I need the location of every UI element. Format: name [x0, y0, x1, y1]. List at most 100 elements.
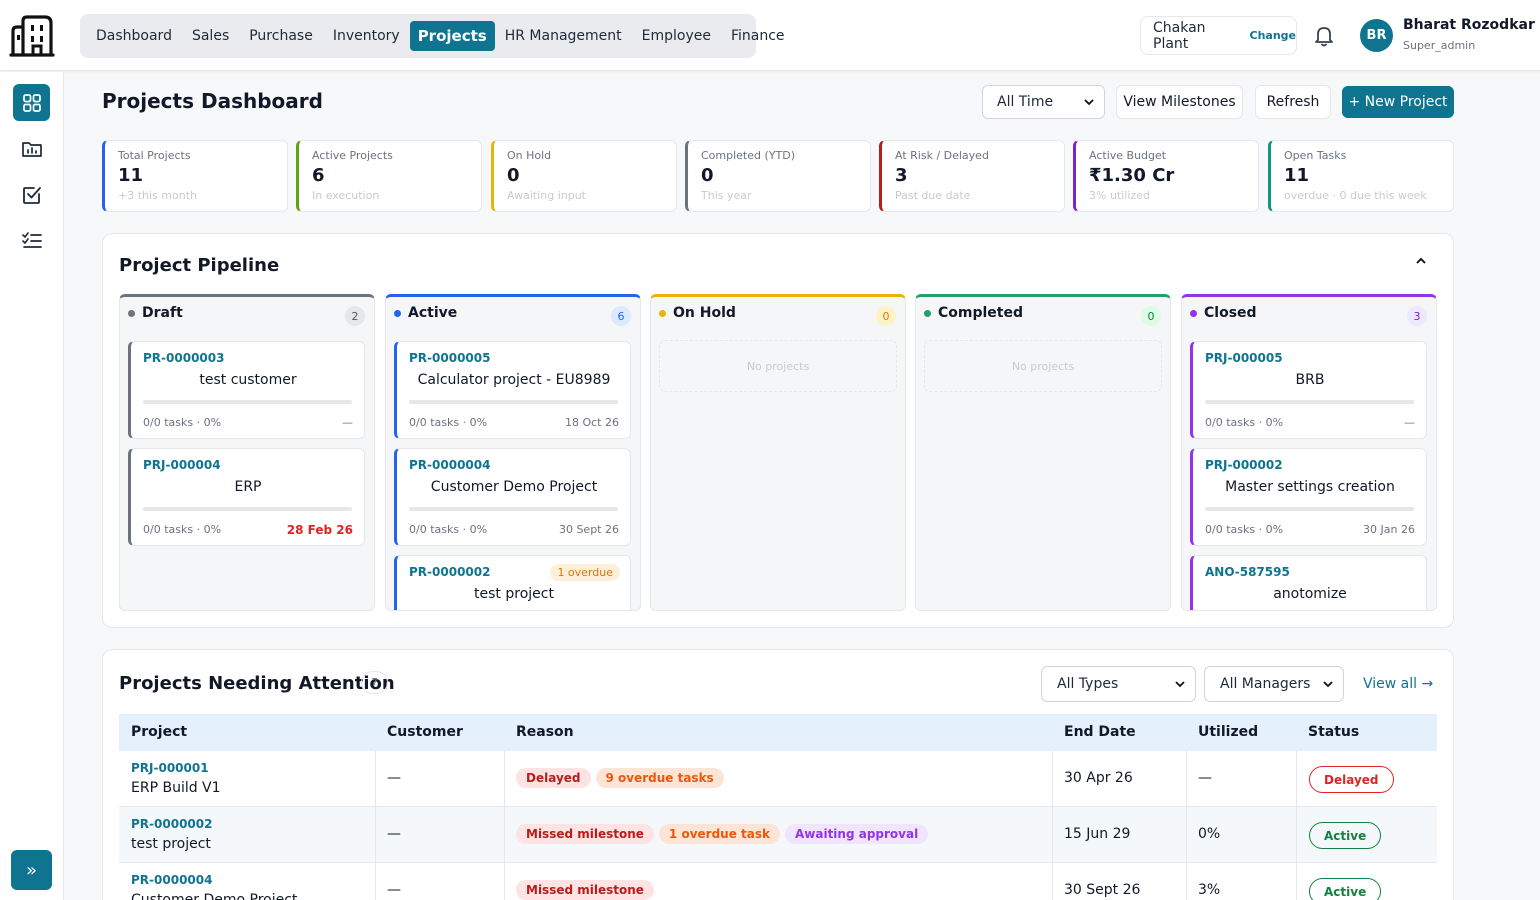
stat-subtext: In execution — [312, 189, 380, 202]
project-card[interactable]: PR-0000002 1 overdue test project — [394, 555, 631, 610]
reason-chip: Missed milestone — [516, 824, 654, 844]
stat-card[interactable]: On Hold 0 Awaiting input — [491, 140, 677, 212]
empty-state: No projects — [924, 340, 1162, 392]
column-divider — [375, 807, 376, 863]
stat-card[interactable]: Active Budget ₹1.30 Cr 3% utilized — [1073, 140, 1259, 212]
project-code-link[interactable]: ANO-587595 — [1205, 565, 1290, 579]
project-card[interactable]: PR-0000003 test customer 0/0 tasks · 0% — — [128, 341, 365, 439]
nav-item-inventory[interactable]: Inventory — [323, 22, 410, 50]
project-code-link[interactable]: PRJ-000002 — [1205, 458, 1283, 472]
user-role: Super_admin — [1403, 39, 1476, 52]
chevron-up-icon[interactable] — [1414, 254, 1428, 268]
project-name: Calculator project - EU8989 — [417, 372, 611, 388]
table-header: Project Customer Reason End Date Utilized Sta… — [119, 714, 1437, 751]
project-code-link[interactable]: PRJ-000004 — [143, 458, 221, 472]
status-badge: Delayed — [1309, 766, 1394, 793]
empty-state: No projects — [659, 340, 897, 392]
types-filter-select[interactable]: All Types — [1041, 666, 1196, 702]
task-progress-text: 0/0 tasks · 0% — [143, 416, 222, 429]
project-name: Customer Demo Project — [430, 479, 598, 495]
column-name: Draft — [142, 305, 183, 321]
stat-card[interactable]: Open Tasks 11 overdue · 0 due this week — [1268, 140, 1454, 212]
column-divider — [1052, 807, 1053, 863]
project-code-link[interactable]: PR-0000002 — [131, 817, 212, 831]
project-card[interactable]: PR-0000005 Calculator project - EU8989 0/0… — [394, 341, 631, 439]
refresh-button[interactable]: Refresh — [1255, 85, 1331, 119]
column-header-end-date[interactable]: End Date — [1064, 724, 1136, 740]
change-plant-link[interactable]: Change — [1250, 29, 1297, 42]
period-select[interactable]: All Time — [982, 85, 1105, 119]
stat-subtext: Awaiting input — [507, 189, 586, 202]
view-all-link[interactable]: View all → — [1363, 676, 1433, 692]
project-code-link[interactable]: PRJ-000005 — [1205, 351, 1283, 365]
nav-item-purchase[interactable]: Purchase — [239, 22, 323, 50]
progress-bar — [409, 400, 618, 404]
column-header-customer[interactable]: Customer — [387, 724, 463, 740]
project-code-link[interactable]: PR-0000004 — [131, 873, 212, 887]
utilized-cell: 3% — [1198, 882, 1221, 898]
project-code-link[interactable]: PRJ-000001 — [131, 761, 209, 775]
progress-bar — [143, 400, 352, 404]
project-code-link[interactable]: PR-0000005 — [409, 351, 490, 365]
stat-value: 11 — [1284, 165, 1310, 186]
view-milestones-button[interactable]: View Milestones — [1116, 85, 1243, 119]
project-end-date: — — [342, 416, 353, 429]
stat-card[interactable]: Completed (YTD) 0 This year — [685, 140, 871, 212]
table-row[interactable]: PR-0000004 Customer Demo Project — Missed m… — [119, 863, 1437, 900]
project-card[interactable]: PRJ-000005 BRB 0/0 tasks · 0% — — [1190, 341, 1427, 439]
column-header-utilized[interactable]: Utilized — [1198, 724, 1258, 740]
nav-item-hr-management[interactable]: HR Management — [495, 22, 632, 50]
sidebar-projects-button[interactable] — [13, 130, 50, 167]
column-count-badge: 6 — [611, 306, 631, 326]
nav-item-projects[interactable]: Projects — [409, 21, 495, 51]
sidebar-dashboard-button[interactable] — [13, 84, 50, 121]
column-header: Closed — [1190, 305, 1257, 321]
user-avatar[interactable]: BR — [1360, 19, 1393, 52]
column-header-status[interactable]: Status — [1308, 724, 1359, 740]
task-check-icon — [22, 186, 41, 204]
project-card[interactable]: PR-0000004 Customer Demo Project 0/0 tasks… — [394, 448, 631, 546]
column-divider — [1296, 863, 1297, 900]
column-divider — [504, 863, 505, 900]
stat-subtext: Past due date — [895, 189, 971, 202]
project-name: ERP — [234, 479, 262, 495]
company-building-logo-icon[interactable] — [9, 15, 55, 57]
reason-chip: Missed milestone — [516, 880, 654, 900]
table-row[interactable]: PRJ-000001 ERP Build V1— Delayed 9 overdue … — [119, 751, 1437, 807]
stat-subtext: 3% utilized — [1089, 189, 1150, 202]
nav-item-employee[interactable]: Employee — [632, 22, 721, 50]
nav-item-finance[interactable]: Finance — [721, 22, 795, 50]
project-code-link[interactable]: PR-0000004 — [409, 458, 490, 472]
column-header: Draft — [128, 305, 183, 321]
notification-bell-icon[interactable] — [1312, 24, 1336, 48]
project-card[interactable]: ANO-587595 anotomize — [1190, 555, 1427, 610]
new-project-button[interactable]: + New Project — [1342, 86, 1454, 118]
stat-label: At Risk / Delayed — [895, 149, 989, 162]
project-code-link[interactable]: PR-0000003 — [143, 351, 224, 365]
sidebar-checklist-button[interactable] — [13, 222, 50, 259]
nav-item-sales[interactable]: Sales — [182, 22, 239, 50]
sidebar: » — [0, 72, 64, 900]
stat-card[interactable]: Total Projects 11 +3 this month — [102, 140, 288, 212]
project-card[interactable]: PRJ-000004 ERP 0/0 tasks · 0% 28 Feb 26 — [128, 448, 365, 546]
project-card[interactable]: PRJ-000002 Master settings creation 0/0 ta… — [1190, 448, 1427, 546]
expand-sidebar-button[interactable]: » — [11, 850, 52, 890]
column-header-reason[interactable]: Reason — [516, 724, 574, 740]
stat-card[interactable]: At Risk / Delayed 3 Past due date — [879, 140, 1065, 212]
plant-selector[interactable]: Chakan Plant Change — [1140, 16, 1297, 55]
column-name: Active — [408, 305, 458, 321]
project-code-link[interactable]: PR-0000002 — [409, 565, 490, 579]
project-name: test project — [474, 586, 554, 602]
sidebar-tasks-button[interactable] — [13, 176, 50, 213]
table-row[interactable]: PR-0000002 test project — Missed milestone 1… — [119, 807, 1437, 863]
nav-item-dashboard[interactable]: Dashboard — [86, 22, 182, 50]
project-name: Master settings creation — [1225, 479, 1395, 495]
progress-bar — [143, 507, 352, 511]
column-header-project[interactable]: Project — [131, 724, 187, 740]
attention-panel: Projects Needing Attention 7 All Types A… — [102, 649, 1454, 900]
stat-card[interactable]: Active Projects 6 In execution — [296, 140, 482, 212]
stat-value: 11 — [118, 165, 144, 186]
stat-label: On Hold — [507, 149, 552, 162]
managers-filter-select[interactable]: All Managers — [1204, 666, 1344, 702]
end-date-cell: 15 Jun 29 — [1064, 826, 1131, 842]
